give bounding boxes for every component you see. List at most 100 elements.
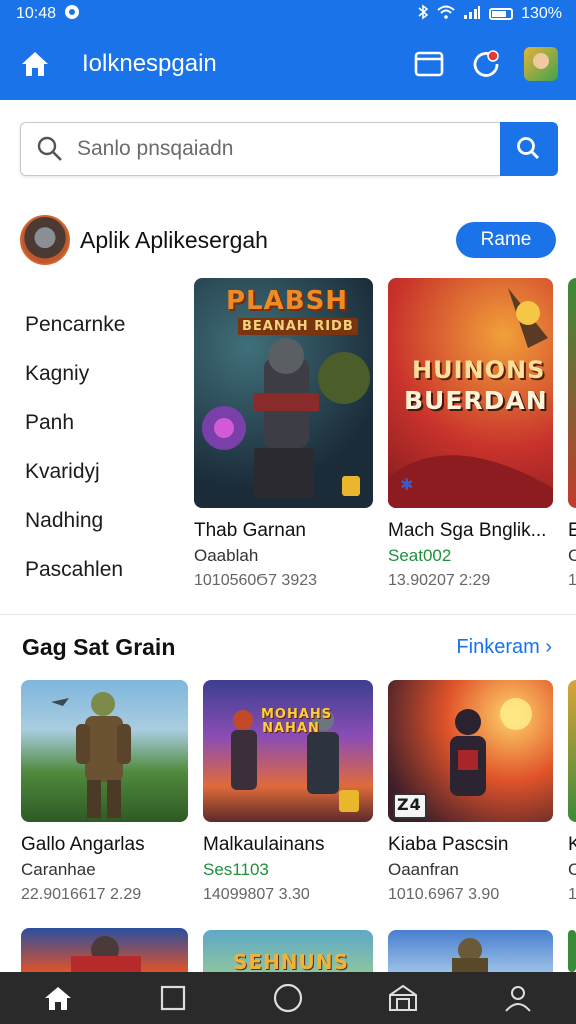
category-item[interactable]: Panh: [25, 398, 185, 447]
app-card[interactable]: ✱ HUINONS BUERDAN Mach Sga Bnglik... Sea…: [388, 278, 558, 590]
card-subtitle: Seat002: [388, 546, 452, 565]
window-icon: [414, 51, 444, 77]
section-header: Aplik Aplikesergah Rame: [20, 212, 556, 268]
section-title: Aplik Aplikesergah: [80, 226, 268, 253]
person-icon: [505, 986, 532, 1012]
card-meta: 14099807 3.30: [203, 886, 310, 903]
app-card[interactable]: Gallo Angarlas Caranhae 22.9016617 2.29: [21, 680, 189, 904]
home-icon: [44, 987, 71, 1010]
nav-store-button[interactable]: [373, 972, 433, 1024]
game-art: [231, 709, 359, 812]
game-thumbnail: MOHAHS NAHAN: [203, 680, 373, 822]
category-item[interactable]: Pascahlen: [25, 545, 185, 594]
profile-avatar[interactable]: [524, 47, 558, 81]
game-art-badge: Z4: [397, 795, 422, 814]
card-title: Gallo Angarlas: [21, 834, 145, 855]
category-item[interactable]: Nadhing: [25, 496, 185, 545]
section-title: Gag Sat Grain: [22, 634, 176, 660]
search-field: [20, 122, 500, 176]
store-icon: [389, 984, 418, 1011]
game-art: [51, 692, 131, 818]
game-art: [71, 936, 141, 972]
game-thumbnail: [568, 680, 576, 822]
card-meta: 1010.6967 3.90: [388, 886, 500, 903]
search-input[interactable]: [77, 137, 477, 161]
card-subtitle: Caranhae: [21, 860, 96, 879]
square-icon: [160, 985, 185, 1011]
card-subtitle: Oaablah: [194, 546, 259, 565]
game-art-subtitle: BUERDAN: [404, 386, 548, 415]
section-avatar: [20, 215, 70, 265]
app-card[interactable]: Z4 Kiaba Pascsin Oaanfran 1010.6967 3.90: [388, 680, 558, 904]
card-title: Thab Garnan: [194, 520, 306, 541]
card-subtitle: Oaanfran: [388, 860, 459, 879]
nav-home-button[interactable]: [28, 972, 88, 1024]
category-item[interactable]: Pencarnke: [25, 300, 185, 349]
card-meta: 1010560Ϭ7 3923: [194, 572, 318, 589]
app-bar: Iolknespgain: [0, 28, 576, 100]
notifications-button[interactable]: [468, 47, 502, 81]
category-item[interactable]: Kvaridyj: [25, 447, 185, 496]
game-thumbnail[interactable]: [388, 930, 553, 972]
status-time: 10:48: [16, 5, 57, 22]
card-subtitle: C: [568, 546, 576, 565]
bluetooth-icon: [417, 3, 429, 25]
signal-icon: [463, 5, 481, 24]
game-thumbnail: [21, 680, 188, 822]
battery-level: 130%: [521, 5, 562, 22]
svg-text:✱: ✱: [400, 477, 413, 494]
game-art-subtitle: BEANAH RIDB: [238, 318, 358, 335]
chevron-right-icon: ›: [545, 636, 552, 658]
app-title: Iolknespgain: [82, 50, 217, 77]
card-meta: 13.90207 2:29: [388, 572, 491, 589]
card-subtitle: C: [568, 860, 576, 879]
game-thumbnail: [568, 278, 576, 508]
card-meta: 22.9016617 2.29: [21, 886, 142, 903]
category-list: Pencarnke Kagniy Panh Kvaridyj Nadhing P…: [25, 300, 185, 594]
wifi-icon: [437, 5, 455, 24]
game-art-title: HUINONS: [412, 356, 546, 384]
search-bar: [20, 122, 558, 176]
card-subtitle: Ses1103: [203, 860, 269, 879]
game-art: [452, 938, 488, 972]
game-thumbnail[interactable]: [568, 930, 576, 972]
app-card[interactable]: E C 1: [568, 278, 576, 590]
search-button[interactable]: [500, 122, 558, 176]
game-thumbnail: PLABSH BEANAH RIDB: [194, 278, 373, 508]
app-card[interactable]: PLABSH BEANAH RIDB Thab Garnan Oaablah 1…: [194, 278, 374, 590]
see-more-label: Finkeram: [456, 636, 540, 658]
card-title: Mach Sga Bnglik...: [388, 520, 547, 541]
game-thumbnail[interactable]: [21, 928, 188, 972]
game-thumbnail: ✱ HUINONS BUERDAN: [388, 278, 553, 508]
home-button[interactable]: [18, 47, 52, 81]
nav-square-button[interactable]: [143, 972, 203, 1024]
card-meta: 1: [568, 886, 576, 903]
game-art-title: SEHNUNS: [233, 950, 349, 972]
notification-bell-icon: [473, 50, 499, 77]
status-bar: 10:48 130%: [0, 0, 576, 28]
battery-icon: [489, 8, 514, 20]
notification-icon: [64, 4, 80, 25]
nav-circle-button[interactable]: [258, 972, 318, 1024]
rame-button[interactable]: Rame: [456, 222, 556, 258]
search-icon: [517, 137, 540, 160]
nav-profile-button[interactable]: [488, 972, 548, 1024]
search-icon: [37, 136, 62, 161]
card-title: Malkaulainans: [203, 834, 325, 855]
game-art-title: MOHAHS NAHAN: [261, 707, 333, 736]
circle-icon: [273, 983, 303, 1013]
section-divider: [0, 614, 576, 615]
bottom-navigation: [0, 972, 576, 1024]
window-button[interactable]: [412, 47, 446, 81]
app-card[interactable]: K C 1: [568, 680, 576, 904]
card-meta: 1: [568, 572, 576, 589]
card-title: K: [568, 834, 576, 855]
see-more-link[interactable]: Finkeram ›: [456, 636, 552, 659]
game-thumbnail: Z4: [388, 680, 553, 822]
card-title: E: [568, 520, 576, 541]
app-card[interactable]: MOHAHS NAHAN Malkaulainans Ses1103 14099…: [203, 680, 375, 904]
game-art-title: PLABSH: [226, 286, 349, 316]
category-item[interactable]: Kagniy: [25, 349, 185, 398]
home-icon: [22, 52, 48, 76]
game-thumbnail[interactable]: SEHNUNS: [203, 930, 373, 972]
